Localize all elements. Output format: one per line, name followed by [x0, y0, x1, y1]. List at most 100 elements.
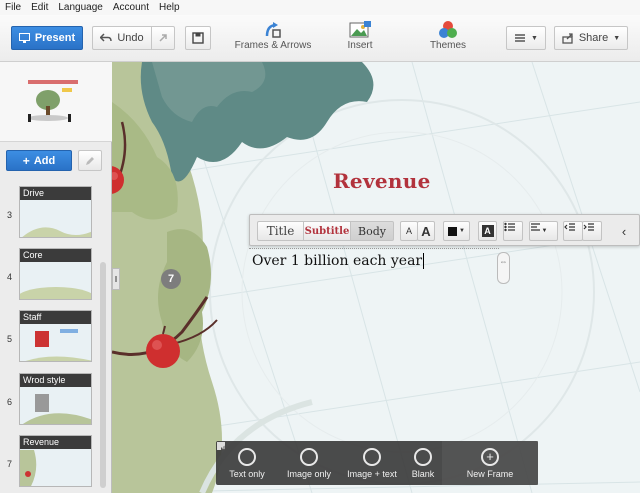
menu-edit[interactable]: Edit — [31, 2, 48, 13]
prezi-editor: File Edit Language Account Help Present … — [0, 0, 640, 493]
style-subtitle-button[interactable]: Subtitle — [303, 221, 351, 241]
style-body-button[interactable]: Body — [350, 221, 394, 241]
frames-arrows-label: Frames & Arrows — [234, 40, 312, 51]
layout-label: Text only — [229, 468, 265, 479]
themes-tool[interactable]: Themes — [426, 20, 470, 51]
layout-label: Image + text — [347, 468, 397, 479]
color-swatch-icon — [448, 226, 458, 236]
outdent-button[interactable] — [563, 221, 583, 241]
add-label: Add — [33, 154, 56, 167]
caret-down-icon: ▼ — [541, 228, 548, 234]
plus-circle-icon: + — [481, 447, 499, 466]
frames-arrows-tool[interactable]: Frames & Arrows — [232, 20, 314, 51]
layout-image-text-button[interactable]: Image + text — [217, 441, 404, 485]
share-icon — [562, 32, 573, 44]
undo-label: Undo — [117, 32, 144, 44]
present-icon — [18, 33, 30, 43]
new-frame-button[interactable]: + New Frame — [442, 441, 538, 485]
text-format-toolbar: Title Subtitle Body A A ▼ A ▼ ‹ — [249, 214, 640, 246]
save-icon — [192, 32, 204, 44]
insert-label: Insert — [347, 40, 373, 51]
undo-icon — [100, 33, 113, 42]
highlight-button[interactable]: A — [478, 221, 497, 241]
caret-down-icon: ▼ — [613, 34, 621, 42]
layout-label: New Frame — [466, 468, 514, 479]
canvas-background-art — [112, 62, 640, 493]
bullet-list-icon — [504, 222, 515, 232]
slide-item[interactable]: 7 Revenue — [0, 435, 100, 493]
slide-item[interactable]: 5 Staff — [0, 310, 100, 370]
present-label: Present — [34, 32, 76, 44]
presentation-canvas[interactable]: Revenue ‖ 7 Title Subtitle Body A A ▼ A … — [112, 62, 640, 493]
slide-number: 4 — [7, 272, 13, 282]
align-button[interactable]: ▼ — [529, 221, 558, 241]
layout-blank-button[interactable]: Blank — [404, 441, 442, 485]
slides-sidebar: + Add 3 Drive 4 Core 5 Staff 6 Wrod styl… — [0, 62, 112, 493]
layout-label: Blank — [411, 468, 435, 479]
layout-label: Image only — [286, 468, 332, 479]
menu-account[interactable]: Account — [113, 2, 149, 13]
image-layout-icon — [217, 442, 318, 466]
slide-item[interactable]: 3 Drive — [0, 186, 100, 246]
increase-font-button[interactable]: A — [417, 221, 435, 241]
frame-title[interactable]: Revenue — [333, 169, 431, 193]
slide-thumbnail: Core — [19, 248, 92, 300]
insert-tool[interactable]: Insert — [340, 20, 380, 51]
undo-button[interactable]: Undo — [92, 26, 152, 50]
highlight-icon: A — [481, 225, 494, 237]
text-content: Over 1 billion each year — [252, 253, 423, 269]
overview-thumbnail[interactable] — [0, 62, 112, 142]
indent-icon — [583, 223, 594, 231]
themes-label: Themes — [429, 40, 467, 51]
menu-dropdown-button[interactable]: ▼ — [506, 26, 546, 50]
edit-slide-button[interactable] — [78, 150, 102, 171]
insert-image-icon — [349, 21, 371, 38]
plus-icon: + — [22, 153, 30, 168]
slide-thumbnail: Staff — [19, 310, 92, 362]
slide-thumbnail: Revenue — [19, 435, 92, 487]
textbox-resize-handle[interactable]: ⇔ — [497, 252, 510, 284]
pencil-icon — [86, 156, 94, 165]
slide-item[interactable]: 6 Wrod style — [0, 373, 100, 433]
slide-thumbnail: Drive — [19, 186, 92, 238]
redo-icon — [159, 34, 167, 42]
menu-help[interactable]: Help — [159, 2, 180, 13]
caret-down-icon: ▼ — [459, 228, 465, 234]
slide-item[interactable]: 4 Core — [0, 248, 100, 308]
image-text-layout-icon — [217, 442, 381, 466]
text-caret — [423, 253, 425, 269]
style-title-button[interactable]: Title — [257, 221, 304, 241]
text-color-button[interactable]: ▼ — [443, 221, 470, 241]
bullet-list-button[interactable] — [503, 221, 523, 241]
slide-number: 7 — [7, 459, 13, 469]
decrease-font-button[interactable]: A — [400, 221, 418, 241]
present-button[interactable]: Present — [11, 26, 83, 50]
main-toolbar: Present Undo Frames & Arrows Insert Them… — [0, 15, 640, 62]
indent-button[interactable] — [582, 221, 602, 241]
outdent-icon — [564, 223, 575, 231]
slide-number: 6 — [7, 397, 13, 407]
frames-arrows-icon — [265, 22, 281, 38]
slide-number: 5 — [7, 334, 13, 344]
align-left-icon — [531, 223, 540, 231]
collapse-toolbar-icon[interactable]: ‹ — [614, 221, 634, 241]
share-label: Share — [578, 32, 609, 44]
layout-image-only-button[interactable]: Image only — [217, 441, 340, 485]
path-step-badge[interactable]: 7 — [161, 269, 181, 289]
menu-file[interactable]: File — [5, 2, 21, 13]
slide-number: 3 — [7, 210, 13, 220]
text-edit-box[interactable]: Over 1 billion each year — [249, 248, 499, 274]
themes-icon — [439, 21, 457, 38]
save-button[interactable] — [185, 26, 211, 50]
text-layout-icon — [217, 442, 256, 466]
menu-bar: File Edit Language Account Help — [0, 0, 640, 15]
frame-layout-bar: Text only Image only Image + text Blank … — [216, 441, 538, 485]
share-button[interactable]: Share ▼ — [554, 26, 628, 50]
menu-language[interactable]: Language — [58, 2, 103, 13]
caret-down-icon: ▼ — [531, 34, 538, 42]
canvas-side-tab[interactable]: ‖ — [112, 268, 120, 290]
sidebar-scrollbar[interactable] — [100, 262, 106, 488]
add-slide-button[interactable]: + Add — [6, 150, 72, 171]
redo-button[interactable] — [151, 26, 175, 50]
list-icon — [515, 34, 526, 42]
